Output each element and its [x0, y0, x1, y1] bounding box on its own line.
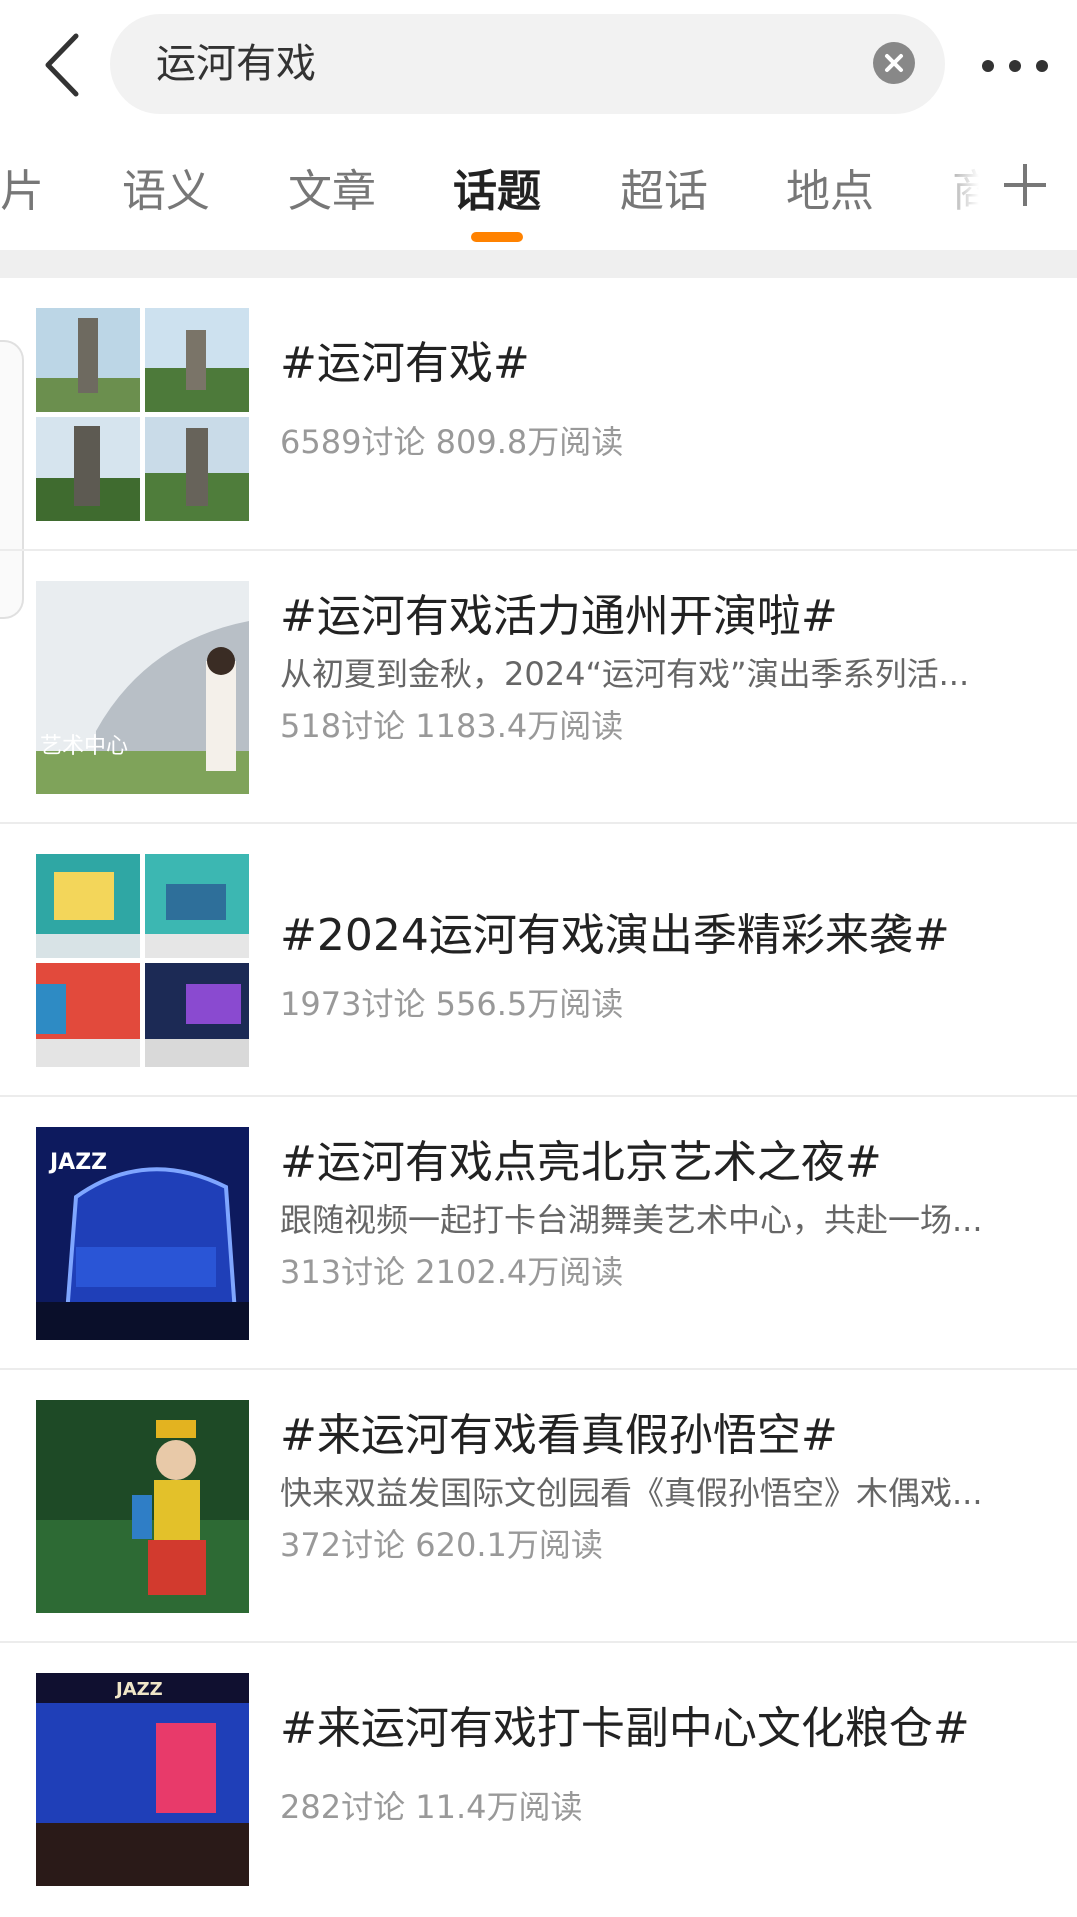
topic-thumbnail: JAZZ [36, 1673, 249, 1886]
jazz-stage-image: JAZZ [36, 1127, 249, 1340]
tab-topics[interactable]: 话题 [453, 164, 541, 220]
topic-row[interactable]: #来运河有戏看真假孙悟空# 快来双益发国际文创园看《真假孙悟空》木偶戏... 3… [0, 1370, 1077, 1643]
tab-places[interactable]: 地点 [786, 164, 874, 220]
topic-description: 快来双益发国际文创园看《真假孙悟空》木偶戏... [280, 1474, 983, 1512]
section-divider [0, 250, 1077, 278]
back-button[interactable] [40, 30, 90, 100]
topic-thumbnail [36, 1400, 249, 1613]
topic-description: 从初夏到金秋，2024“运河有戏”演出季系列活... [280, 655, 970, 693]
tab-pictures[interactable]: 片 [0, 164, 44, 220]
search-header: 运河有戏 [0, 0, 1077, 130]
topic-stats: 6589讨论 809.8万阅读 [280, 423, 624, 461]
more-options-button[interactable] [980, 45, 1050, 85]
topic-thumbnail: 艺术中心 [36, 581, 249, 794]
active-tab-indicator [471, 232, 523, 242]
tab-super-topics[interactable]: 超话 [620, 164, 708, 220]
topic-description: 跟随视频一起打卡台湖舞美艺术中心，共赴一场... [280, 1201, 983, 1239]
jazz-festival-stage-image: JAZZ [36, 1673, 249, 1886]
topic-row[interactable]: JAZZ #来运河有戏打卡副中心文化粮仓# 282讨论 11.4万阅读 [0, 1643, 1077, 1916]
thumbnail-sign-text: 艺术中心 [40, 734, 128, 759]
more-dot-icon [1036, 60, 1048, 72]
add-tab-icon[interactable] [1000, 160, 1050, 210]
topic-row[interactable]: JAZZ #运河有戏点亮北京艺术之夜# 跟随视频一起打卡台湖舞美艺术中心，共赴一… [0, 1097, 1077, 1370]
stage-collage-image [36, 854, 249, 1067]
topic-title: #2024运河有戏演出季精彩来袭# [280, 910, 950, 961]
topic-title: #运河有戏点亮北京艺术之夜# [280, 1137, 882, 1188]
topic-stats: 372讨论 620.1万阅读 [280, 1526, 603, 1564]
close-icon [885, 54, 903, 72]
arts-center-image: 艺术中心 [36, 581, 249, 794]
clear-search-button[interactable] [873, 42, 915, 84]
thumbnail-jazz-text: JAZZ [48, 1150, 107, 1175]
topic-row[interactable]: 艺术中心 #运河有戏活力通州开演啦# 从初夏到金秋，2024“运河有戏”演出季系… [0, 551, 1077, 824]
topic-stats: 1973讨论 556.5万阅读 [280, 985, 624, 1023]
chevron-left-icon [45, 33, 79, 97]
topic-stats: 518讨论 1183.4万阅读 [280, 707, 624, 745]
topic-stats: 282讨论 11.4万阅读 [280, 1788, 583, 1826]
topic-title: #来运河有戏打卡副中心文化粮仓# [280, 1703, 970, 1754]
monkey-king-puppet-image [36, 1400, 249, 1613]
topic-title: #运河有戏活力通州开演啦# [280, 591, 838, 642]
topic-row[interactable]: #2024运河有戏演出季精彩来袭# 1973讨论 556.5万阅读 [0, 824, 1077, 1097]
tab-semantic[interactable]: 语义 [122, 164, 210, 220]
topic-stats: 313讨论 2102.4万阅读 [280, 1253, 624, 1291]
tab-articles[interactable]: 文章 [288, 164, 376, 220]
tab-bar: 片 语义 文章 话题 超话 地点 商 [0, 140, 1077, 250]
topic-thumbnail [36, 308, 249, 521]
more-dot-icon [982, 60, 994, 72]
topic-title: #运河有戏# [280, 338, 530, 389]
search-query-text: 运河有戏 [156, 41, 316, 87]
topic-thumbnail [36, 854, 249, 1067]
more-dot-icon [1009, 60, 1021, 72]
pagoda-collage-image [36, 308, 249, 521]
tab-fade [930, 140, 1000, 230]
thumbnail-jazz-text: JAZZ [114, 1679, 163, 1700]
topic-thumbnail: JAZZ [36, 1127, 249, 1340]
search-input[interactable]: 运河有戏 [110, 14, 945, 114]
topic-title: #来运河有戏看真假孙悟空# [280, 1410, 838, 1461]
topic-row[interactable]: #运河有戏# 6589讨论 809.8万阅读 [0, 278, 1077, 551]
